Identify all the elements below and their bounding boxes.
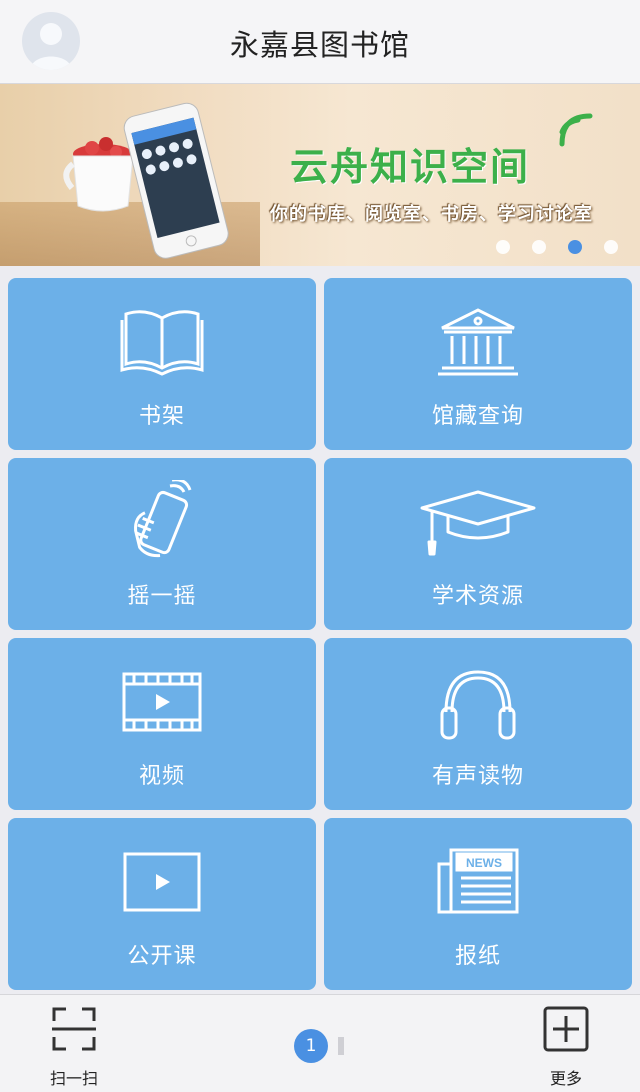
- tile-label: 有声读物: [431, 764, 524, 789]
- banner-subtitle: 你的书库、阅览室、书房、学习讨论室: [270, 204, 593, 225]
- tile-label: 书架: [138, 404, 185, 429]
- library-building-icon: [438, 308, 518, 376]
- headphones-icon: [440, 670, 516, 740]
- tile-label: 摇一摇: [127, 584, 197, 609]
- scan-icon: [52, 1007, 96, 1051]
- bottom-toolbar: 扫一扫 1 更多: [0, 994, 640, 1092]
- plus-icon: [543, 1006, 589, 1052]
- tile-label: 馆藏查询: [431, 404, 524, 429]
- graduation-cap-icon: [420, 490, 536, 556]
- page-indicator-bar: [338, 1037, 344, 1055]
- wifi-signal-icon: [559, 113, 593, 147]
- app-header: 永嘉县图书馆: [0, 0, 640, 84]
- video-icon: [122, 672, 202, 732]
- news-icon-text: NEWS: [466, 856, 502, 870]
- tile-shake[interactable]: 摇一摇: [8, 458, 316, 630]
- tile-newspapers[interactable]: NEWS 报纸: [324, 818, 632, 990]
- scan-button[interactable]: 扫一扫: [34, 1005, 114, 1089]
- tile-academic-resources[interactable]: 学术资源: [324, 458, 632, 630]
- more-label: 更多: [549, 1069, 582, 1088]
- smartphone-image: [123, 102, 229, 259]
- play-screen-icon: [123, 852, 201, 912]
- tile-open-courses[interactable]: 公开课: [8, 818, 316, 990]
- carousel-dot[interactable]: [532, 240, 546, 254]
- tile-label: 视频: [138, 764, 185, 789]
- carousel-dot[interactable]: [604, 240, 618, 254]
- tile-label: 公开课: [127, 944, 197, 969]
- carousel-dot[interactable]: [496, 240, 510, 254]
- more-button[interactable]: 更多: [526, 1005, 606, 1089]
- banner-carousel[interactable]: 云舟知识空间 你的书库、阅览室、书房、学习讨论室: [0, 84, 640, 266]
- tile-bookshelf[interactable]: 书架: [8, 278, 316, 450]
- feature-grid: 书架 馆藏查询 摇一摇 学术资源 视频 有声读物 公开课 NEWS 报纸: [8, 278, 632, 990]
- book-icon: [120, 310, 204, 376]
- scan-label: 扫一扫: [49, 1069, 98, 1088]
- current-page-badge[interactable]: 1: [294, 1029, 328, 1063]
- page-indicator: 1: [294, 1029, 344, 1063]
- tile-label: 学术资源: [431, 584, 524, 609]
- newspaper-icon: NEWS: [437, 848, 519, 914]
- carousel-indicator: [496, 240, 618, 254]
- tile-audiobooks[interactable]: 有声读物: [324, 638, 632, 810]
- tile-video[interactable]: 视频: [8, 638, 316, 810]
- banner-title: 云舟知识空间: [290, 145, 531, 189]
- page-title: 永嘉县图书馆: [229, 28, 410, 62]
- shake-phone-icon: [134, 480, 192, 558]
- carousel-dot-active[interactable]: [568, 240, 582, 254]
- tile-label: 报纸: [454, 944, 501, 969]
- tile-collection-search[interactable]: 馆藏查询: [324, 278, 632, 450]
